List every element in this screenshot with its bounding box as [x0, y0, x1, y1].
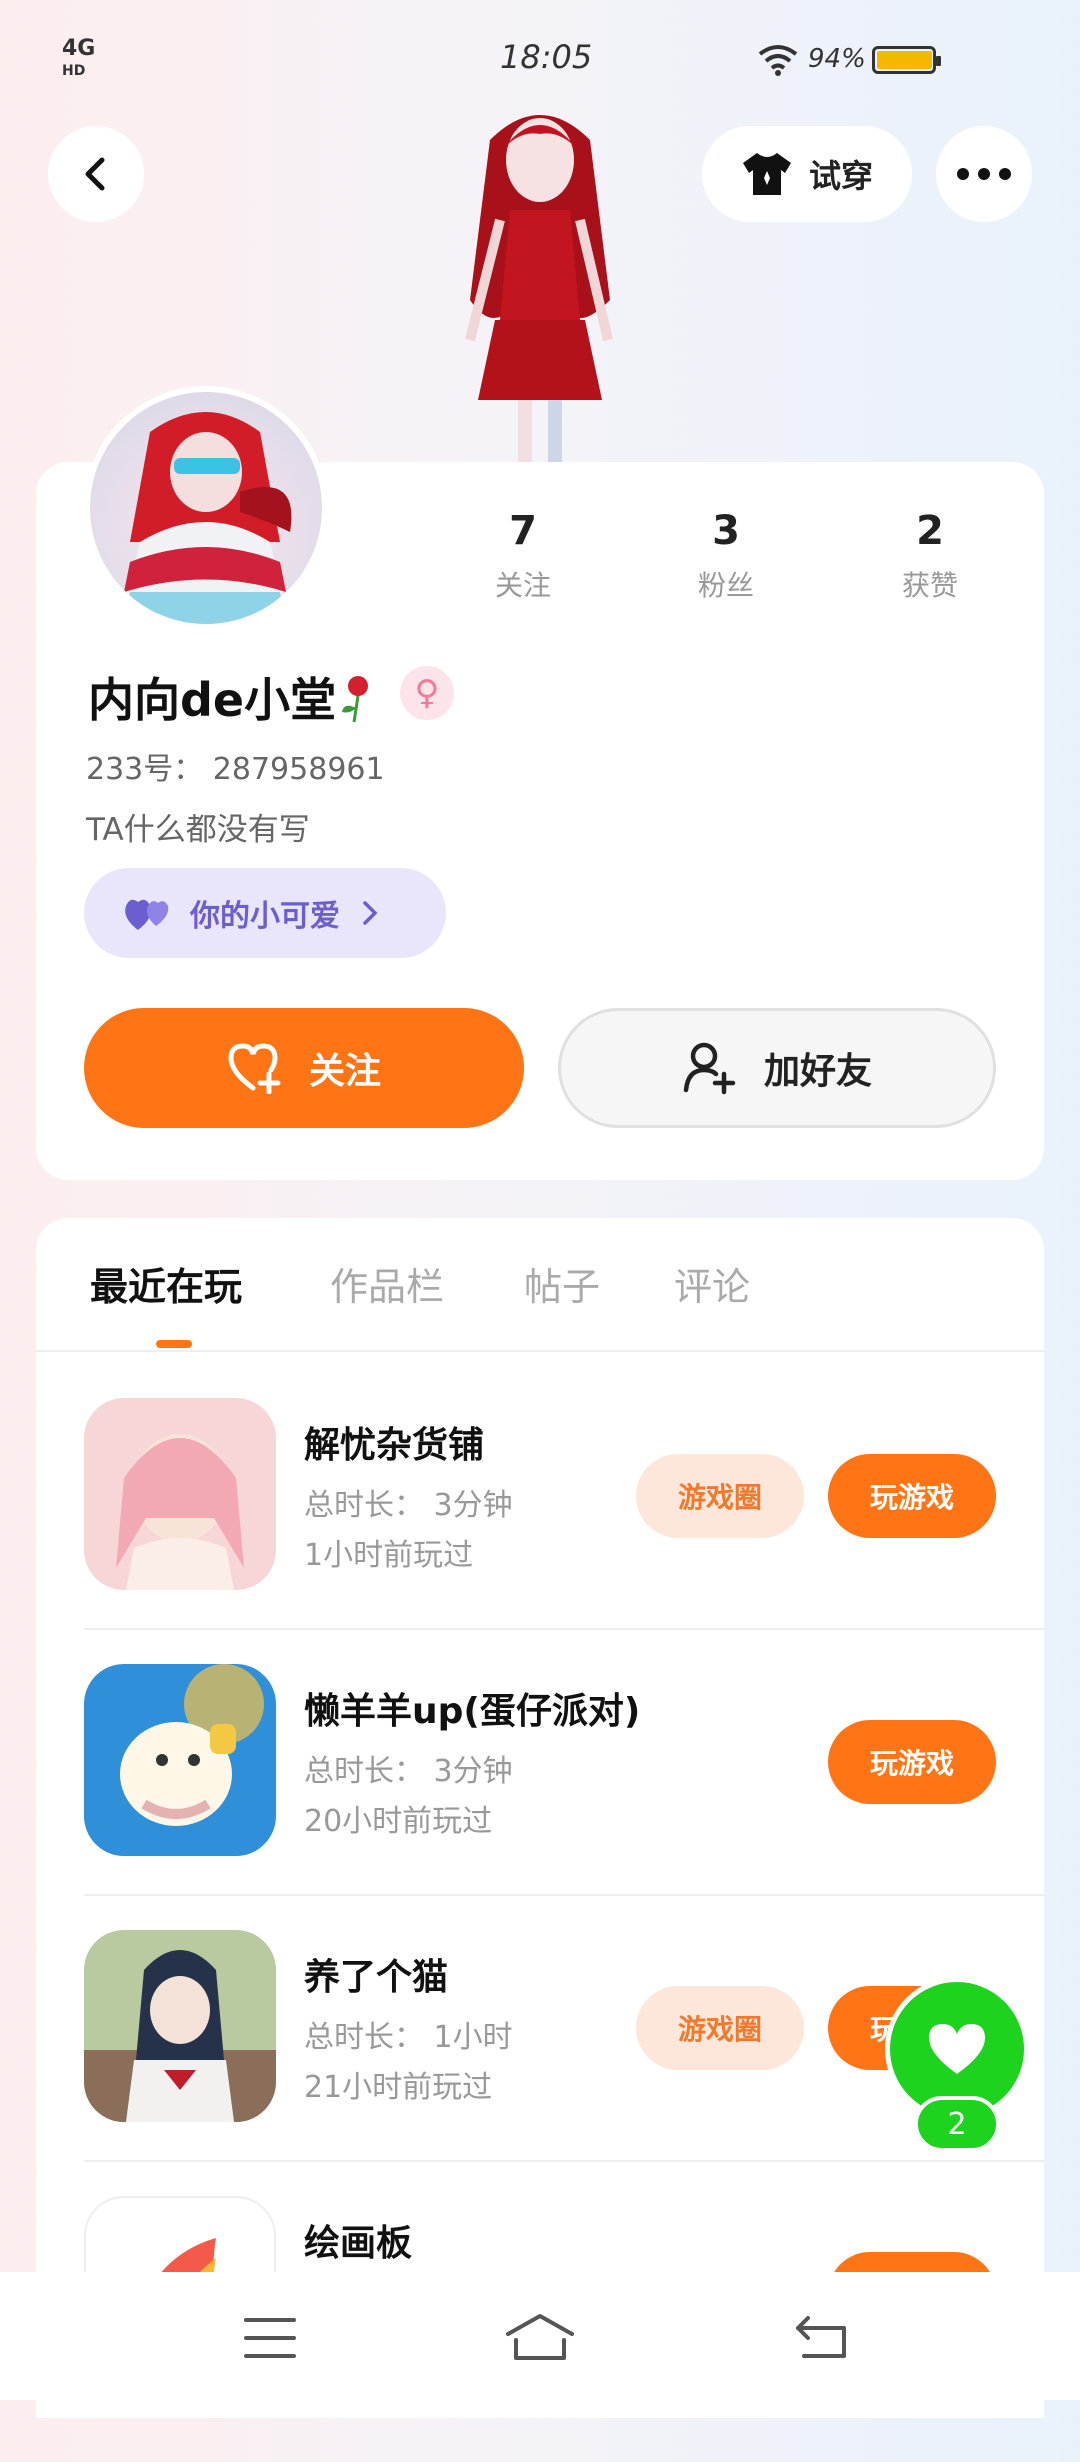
- home-icon[interactable]: [504, 2312, 576, 2360]
- tab-works[interactable]: 作品栏: [330, 1256, 444, 1311]
- relation-badge-button[interactable]: 你的小可爱: [84, 868, 446, 958]
- play-game-button[interactable]: 玩游戏: [828, 1720, 996, 1804]
- list-item: 解忧杂货铺 总时长： 3分钟 1小时前玩过 游戏圈 玩游戏: [84, 1398, 1044, 1664]
- game-last-played: 21小时前玩过: [304, 2070, 493, 2105]
- user-id: 233号： 287958961: [86, 752, 385, 787]
- add-friend-label: 加好友: [763, 1051, 872, 1092]
- game-duration: 总时长： 1小时: [304, 2020, 513, 2055]
- game-last-played: 20小时前玩过: [304, 1804, 493, 1839]
- game-icon[interactable]: [84, 1398, 276, 1590]
- avatar[interactable]: [84, 386, 328, 630]
- rose-icon: [342, 676, 369, 723]
- game-circle-button[interactable]: 游戏圈: [636, 1986, 804, 2070]
- game-title: 解忧杂货铺: [304, 1425, 485, 1466]
- game-duration: 总时长： 3分钟: [304, 1488, 513, 1523]
- game-circle-button[interactable]: 游戏圈: [636, 1454, 804, 1538]
- stat-fans[interactable]: 3 粉丝: [646, 508, 806, 604]
- follow-button[interactable]: 关注: [84, 1008, 524, 1128]
- back-nav-icon[interactable]: [794, 2312, 850, 2360]
- profile-name: 内向de小堂: [88, 664, 376, 730]
- row-divider: [84, 2160, 1044, 2162]
- list-item: 懒羊羊up(蛋仔派对) 总时长： 3分钟 20小时前玩过 玩游戏: [84, 1664, 1044, 1930]
- heart-icon: [929, 2024, 985, 2074]
- game-duration: 总时长： 3分钟: [304, 1754, 513, 1789]
- system-nav-bar: [0, 2272, 1080, 2400]
- row-divider: [84, 1628, 1044, 1630]
- stat-fans-label: 粉丝: [697, 569, 754, 602]
- stat-likes[interactable]: 2 获赞: [850, 508, 1010, 604]
- add-friend-button[interactable]: 加好友: [558, 1008, 996, 1128]
- more-dots-icon: [957, 168, 1011, 180]
- stat-following-label: 关注: [494, 569, 551, 602]
- tab-recent-playing[interactable]: 最近在玩: [90, 1256, 242, 1311]
- stat-following-value: 7: [509, 508, 537, 554]
- stat-following[interactable]: 7 关注: [443, 508, 603, 604]
- gender-female-icon: ♀: [400, 666, 454, 720]
- row-divider: [84, 1894, 1044, 1896]
- wifi-icon: [758, 45, 798, 76]
- game-icon[interactable]: [84, 1664, 276, 1856]
- try-on-label: 试穿: [808, 157, 873, 195]
- tab-divider: [36, 1350, 1044, 1352]
- stat-fans-value: 3: [712, 508, 740, 554]
- menu-icon[interactable]: [244, 2316, 296, 2360]
- tab-posts[interactable]: 帖子: [524, 1256, 600, 1311]
- play-game-button[interactable]: 玩游戏: [828, 1454, 996, 1538]
- tab-comments[interactable]: 评论: [674, 1256, 750, 1311]
- status-time: 18:05: [500, 38, 593, 76]
- back-button[interactable]: [48, 126, 144, 222]
- relation-label: 你的小可爱: [190, 899, 340, 934]
- follow-label: 关注: [308, 1051, 381, 1092]
- game-title: 养了个猫: [304, 1957, 449, 1998]
- stat-likes-value: 2: [916, 508, 944, 554]
- try-on-button[interactable]: 试穿: [702, 126, 912, 222]
- heart-plus-icon: [228, 1043, 281, 1094]
- battery-icon: [872, 46, 941, 74]
- chevron-left-icon: [85, 157, 105, 191]
- game-title: 懒羊羊up(蛋仔派对): [304, 1691, 641, 1732]
- user-bio: TA什么都没有写: [86, 812, 310, 848]
- avatar-image: [120, 412, 292, 624]
- like-count-badge: 2: [914, 2096, 1000, 2152]
- game-icon[interactable]: [84, 1930, 276, 2122]
- shirt-icon: [742, 153, 791, 195]
- more-button[interactable]: [936, 126, 1032, 222]
- chevron-right-icon: [363, 901, 378, 925]
- double-heart-icon: [125, 899, 169, 930]
- network-indicator: 4G HD: [62, 36, 96, 80]
- battery-percent: 94%: [808, 44, 866, 74]
- game-last-played: 1小时前玩过: [304, 1538, 474, 1573]
- avatar-figure-image: [465, 115, 613, 465]
- stat-likes-label: 获赞: [901, 569, 958, 602]
- game-title: 绘画板: [304, 2223, 413, 2264]
- add-user-icon: [683, 1042, 736, 1095]
- tab-indicator: [156, 1340, 192, 1348]
